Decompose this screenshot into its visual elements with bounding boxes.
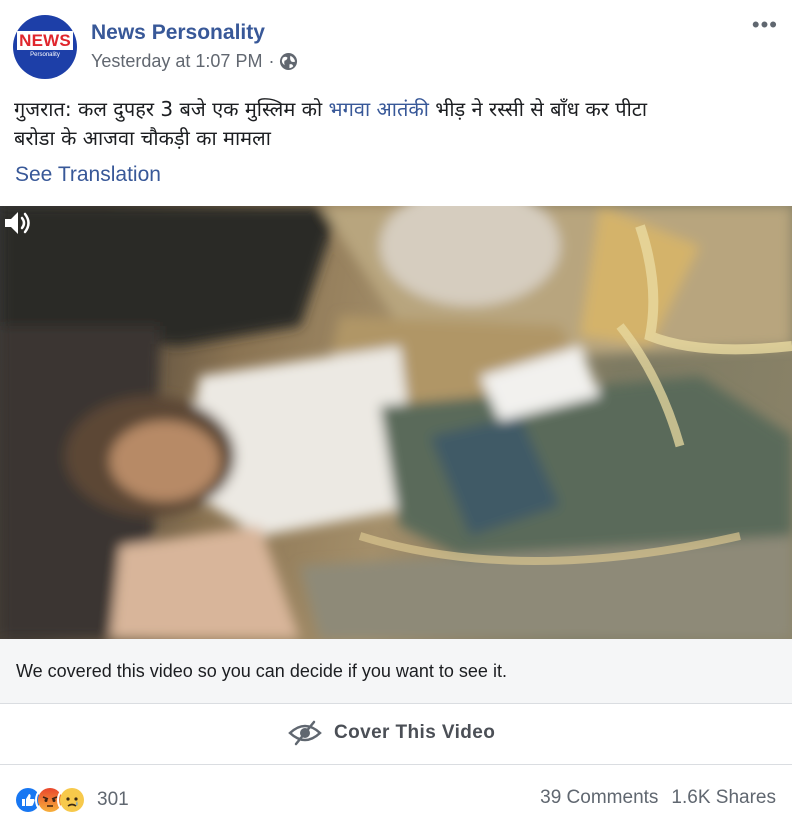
post-meta: Yesterday at 1:07 PM ·	[91, 51, 298, 72]
avatar-logo-text: NEWS	[17, 31, 73, 50]
post-message-line-2: बरोडा के आजवा चौकड़ी का मामला	[14, 126, 271, 150]
avatar-logo-subtext: Personality	[30, 52, 60, 58]
post-text-segment: भीड़ ने रस्सी से बाँध कर पीटा	[428, 97, 648, 121]
sensitive-content-notice: We covered this video so you can decide …	[0, 639, 792, 704]
post-text-link[interactable]: भगवा आतंकी	[329, 97, 429, 121]
reaction-count: 301	[97, 789, 129, 810]
see-translation-link[interactable]: See Translation	[15, 163, 161, 187]
comments-count-link[interactable]: 39 Comments	[540, 787, 658, 809]
post-header: NEWS Personality News Personality Yester…	[0, 0, 792, 90]
sad-icon	[57, 785, 87, 815]
reactions-summary[interactable]: 301	[13, 785, 129, 815]
more-options-button[interactable]: •••	[752, 12, 778, 38]
cover-video-label: Cover This Video	[334, 722, 496, 743]
cover-video-button[interactable]: Cover This Video	[288, 720, 495, 746]
globe-icon[interactable]	[279, 52, 298, 71]
meta-separator: ·	[268, 51, 275, 71]
post-message: गुजरात: कल दुपहर 3 बजे एक मुस्लिम को भगव…	[14, 95, 774, 153]
post-timestamp[interactable]: Yesterday at 1:07 PM	[91, 51, 262, 72]
post-footer: 301 39 Comments 1.6K Shares	[0, 765, 792, 815]
page-name-link[interactable]: News Personality	[91, 21, 265, 45]
video-frame	[0, 206, 792, 639]
speaker-icon[interactable]	[0, 206, 34, 240]
shares-count-link[interactable]: 1.6K Shares	[671, 787, 776, 809]
video-player[interactable]	[0, 206, 792, 639]
post-text-segment: गुजरात: कल दुपहर 3 बजे एक मुस्लिम को	[14, 97, 329, 121]
cover-video-row: Cover This Video	[0, 704, 792, 765]
post-message-line-1: गुजरात: कल दुपहर 3 बजे एक मुस्लिम को भगव…	[14, 95, 774, 124]
engagement-stats: 39 Comments 1.6K Shares	[540, 787, 776, 809]
page-avatar[interactable]: NEWS Personality	[13, 15, 77, 79]
covered-notice-text: We covered this video so you can decide …	[16, 661, 507, 681]
eye-slash-icon	[288, 720, 322, 746]
